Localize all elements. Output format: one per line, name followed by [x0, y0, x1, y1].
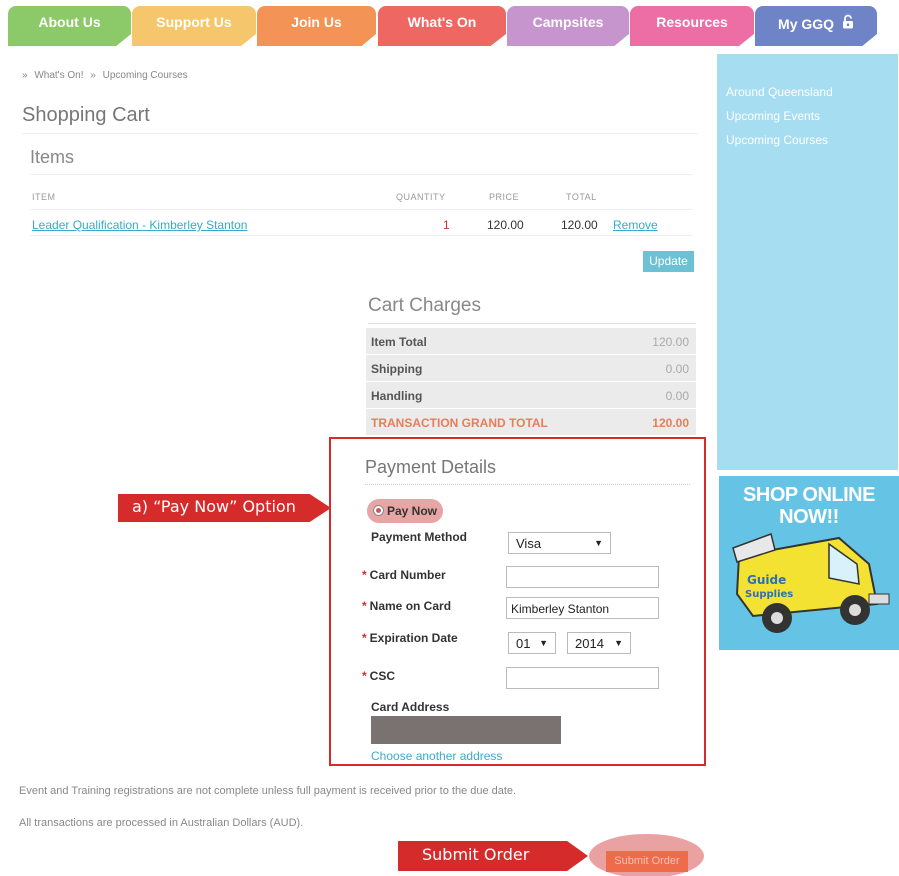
- submit-order-button[interactable]: Submit Order: [606, 851, 688, 872]
- van-text-supplies: Supplies: [745, 589, 793, 600]
- redacted-address: [371, 716, 561, 744]
- name-on-card-input[interactable]: Kimberley Stanton: [506, 597, 659, 619]
- tab-join-us[interactable]: Join Us: [257, 6, 376, 46]
- expiry-year-value: 2014: [575, 636, 604, 651]
- pay-now-option[interactable]: Pay Now: [367, 499, 443, 523]
- expiration-date-label: * Expiration Date: [362, 631, 458, 645]
- payment-method-value: Visa: [516, 536, 542, 551]
- items-table: ITEM QUANTITY PRICE TOTAL Leader Qualifi…: [30, 188, 692, 236]
- card-number-input[interactable]: [506, 566, 659, 588]
- payment-details-highlight: Payment Details Pay Now Payment Method V…: [329, 437, 706, 766]
- item-total: 120.00: [561, 218, 598, 232]
- csc-input[interactable]: [506, 667, 659, 689]
- column-header-total: TOTAL: [566, 192, 597, 202]
- charge-value: 120.00: [652, 335, 689, 349]
- tab-label: Join Us: [291, 14, 342, 30]
- expiry-year-select[interactable]: 2014 ▼: [567, 632, 631, 654]
- sidebar-item-around-queensland[interactable]: Around Queensland: [726, 85, 833, 99]
- pay-now-label: Pay Now: [387, 504, 438, 518]
- tab-label: Support Us: [156, 14, 232, 30]
- tab-resources[interactable]: Resources: [630, 6, 754, 46]
- shop-online-banner[interactable]: SHOP ONLINE NOW!! Guide Supplies: [719, 476, 899, 650]
- item-price: 120.00: [487, 218, 524, 232]
- sidebar: Around Queensland Upcoming Events Upcomi…: [717, 54, 898, 470]
- column-header-quantity: QUANTITY: [396, 192, 446, 202]
- required-marker: *: [362, 631, 367, 645]
- charges-table: Item Total 120.00 Shipping 0.00 Handling…: [366, 328, 696, 436]
- item-quantity: 1: [443, 218, 450, 232]
- required-marker: *: [362, 568, 367, 582]
- card-number-label: * Card Number: [362, 568, 446, 582]
- charge-label: TRANSACTION GRAND TOTAL: [371, 416, 548, 430]
- submit-order-highlight: Submit Order: [589, 834, 704, 876]
- breadcrumb-separator: »: [22, 70, 28, 81]
- charge-value: 0.00: [665, 362, 689, 376]
- pay-now-radio[interactable]: [373, 505, 384, 516]
- card-address-label: Card Address: [371, 700, 450, 714]
- remove-link[interactable]: Remove: [613, 218, 658, 232]
- expiration-date-label-text: Expiration Date: [369, 631, 458, 645]
- breadcrumb-whats-on[interactable]: What's On!: [34, 70, 83, 81]
- tab-label: My GGQ: [778, 16, 835, 32]
- tab-my-ggq[interactable]: My GGQ: [755, 6, 877, 46]
- csc-label-text: CSC: [369, 669, 396, 683]
- breadcrumb-separator: »: [90, 70, 96, 81]
- charge-label: Shipping: [371, 362, 423, 376]
- sidebar-item-upcoming-courses[interactable]: Upcoming Courses: [726, 133, 828, 147]
- tab-label: Resources: [656, 14, 728, 30]
- name-on-card-label: * Name on Card: [362, 599, 451, 613]
- items-heading: Items: [30, 147, 692, 175]
- payment-method-select[interactable]: Visa ▼: [508, 532, 611, 554]
- dropdown-arrow-icon: ▼: [594, 538, 603, 548]
- charge-row-grand-total: TRANSACTION GRAND TOTAL 120.00: [366, 409, 696, 436]
- charge-label: Handling: [371, 389, 423, 403]
- charge-row-handling: Handling 0.00: [366, 382, 696, 409]
- tab-about-us[interactable]: About Us: [8, 6, 131, 46]
- tab-label: About Us: [38, 14, 101, 30]
- expiry-month-value: 01: [516, 636, 531, 651]
- expiry-month-select[interactable]: 01 ▼: [508, 632, 556, 654]
- charge-row-shipping: Shipping 0.00: [366, 355, 696, 382]
- cart-charges-heading: Cart Charges: [368, 295, 696, 324]
- tab-support-us[interactable]: Support Us: [132, 6, 256, 46]
- tab-whats-on[interactable]: What's On: [378, 6, 506, 46]
- csc-label: * CSC: [362, 669, 395, 683]
- choose-another-address-link[interactable]: Choose another address: [371, 749, 502, 763]
- item-link[interactable]: Leader Qualification - Kimberley Stanton: [32, 218, 247, 232]
- currency-note: All transactions are processed in Austra…: [19, 817, 304, 829]
- registration-note: Event and Training registrations are not…: [19, 785, 517, 797]
- breadcrumb-upcoming-courses[interactable]: Upcoming Courses: [103, 70, 188, 81]
- dropdown-arrow-icon: ▼: [539, 638, 548, 648]
- van-text-guide: Guide: [747, 573, 786, 587]
- payment-method-label: Payment Method: [371, 530, 468, 544]
- required-marker: *: [362, 669, 367, 683]
- pay-now-callout: a) “Pay Now” Option: [118, 494, 331, 522]
- payment-details-heading: Payment Details: [365, 457, 690, 485]
- column-header-price: PRICE: [489, 192, 520, 202]
- update-button[interactable]: Update: [643, 251, 694, 272]
- card-number-label-text: Card Number: [369, 568, 446, 582]
- submit-order-callout: Submit Order: [398, 841, 588, 871]
- charge-value: 0.00: [665, 389, 689, 403]
- tab-label: What's On: [407, 14, 477, 30]
- dropdown-arrow-icon: ▼: [614, 638, 623, 648]
- required-marker: *: [362, 599, 367, 613]
- column-header-item: ITEM: [32, 192, 56, 202]
- charge-row-item-total: Item Total 120.00: [366, 328, 696, 355]
- lock-icon: [842, 14, 854, 32]
- tab-label: Campsites: [532, 14, 604, 30]
- tab-campsites[interactable]: Campsites: [507, 6, 629, 46]
- charge-label: Item Total: [371, 335, 427, 349]
- items-table-header: ITEM QUANTITY PRICE TOTAL: [30, 188, 692, 210]
- table-row: Leader Qualification - Kimberley Stanton…: [30, 214, 692, 236]
- main-nav: About Us Support Us Join Us What's On Ca…: [8, 6, 899, 50]
- name-on-card-label-text: Name on Card: [369, 599, 452, 613]
- breadcrumb: » What's On! » Upcoming Courses: [18, 70, 188, 81]
- charge-value: 120.00: [652, 416, 689, 430]
- page-title: Shopping Cart: [22, 104, 698, 134]
- sidebar-item-upcoming-events[interactable]: Upcoming Events: [726, 109, 820, 123]
- van-illustration: Guide Supplies: [732, 533, 890, 633]
